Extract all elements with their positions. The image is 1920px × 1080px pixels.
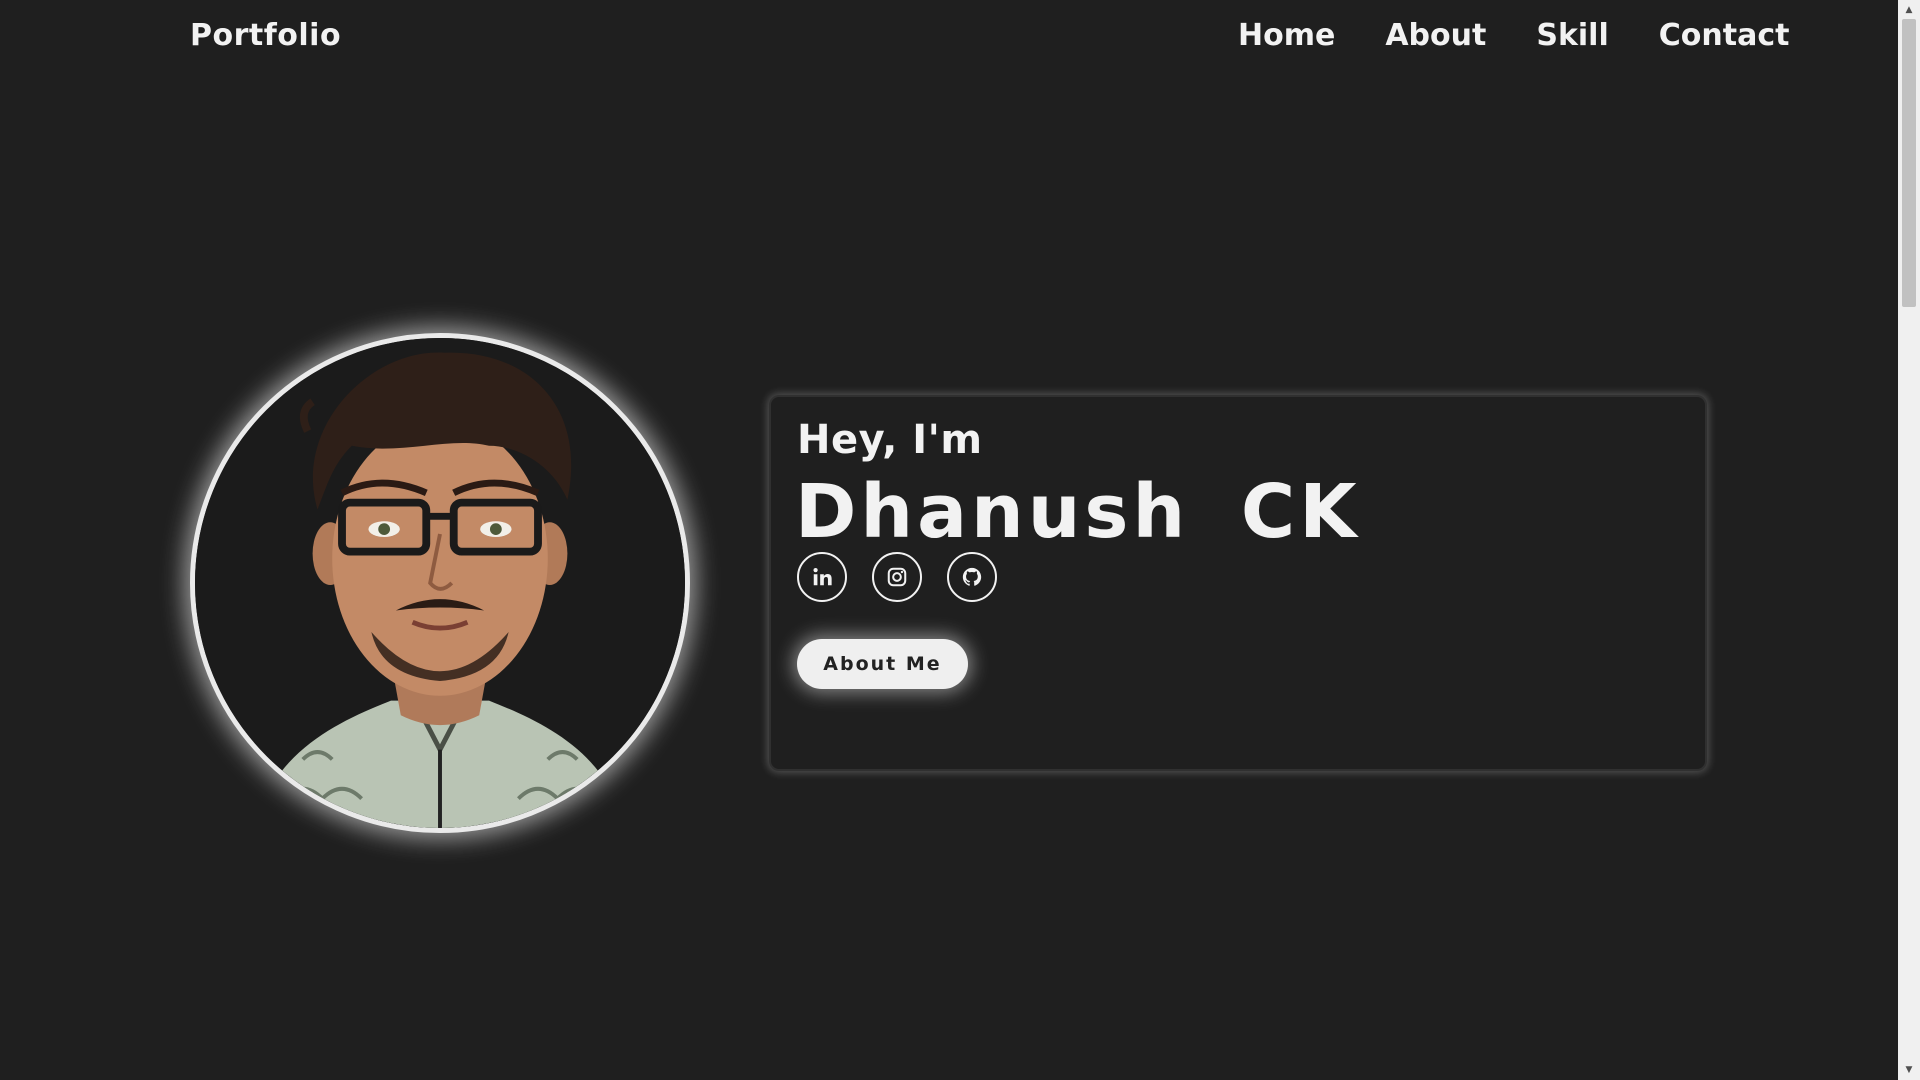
social-links	[797, 552, 1022, 602]
profile-avatar	[190, 333, 690, 833]
hero-name: Dhanush CK	[795, 469, 1361, 555]
nav-about-link[interactable]: About	[1385, 18, 1486, 53]
brand-logo[interactable]: Portfolio	[190, 18, 341, 53]
linkedin-link[interactable]	[797, 552, 847, 602]
greeting-text: Hey, I'm	[797, 417, 983, 463]
scroll-down-icon[interactable]: ▼	[1898, 1062, 1920, 1078]
about-me-button[interactable]: About Me	[797, 639, 968, 689]
instagram-link[interactable]	[872, 552, 922, 602]
github-icon	[961, 566, 983, 588]
scroll-up-icon[interactable]: ▲	[1898, 2, 1920, 18]
intro-card: Hey, I'm Dhanush CK About Me	[769, 395, 1707, 771]
linkedin-icon	[811, 566, 833, 588]
scroll-thumb[interactable]	[1902, 19, 1916, 307]
vertical-scrollbar[interactable]: ▲ ▼	[1898, 0, 1920, 1080]
main-nav: Home About Skill Contact	[1238, 18, 1789, 53]
nav-skill-link[interactable]: Skill	[1536, 18, 1608, 53]
portfolio-page: Portfolio Home About Skill Contact Hey, …	[0, 0, 1920, 1080]
instagram-icon	[886, 566, 908, 588]
nav-contact-link[interactable]: Contact	[1659, 18, 1790, 53]
profile-photo	[195, 338, 685, 828]
nav-home-link[interactable]: Home	[1238, 18, 1335, 53]
github-link[interactable]	[947, 552, 997, 602]
